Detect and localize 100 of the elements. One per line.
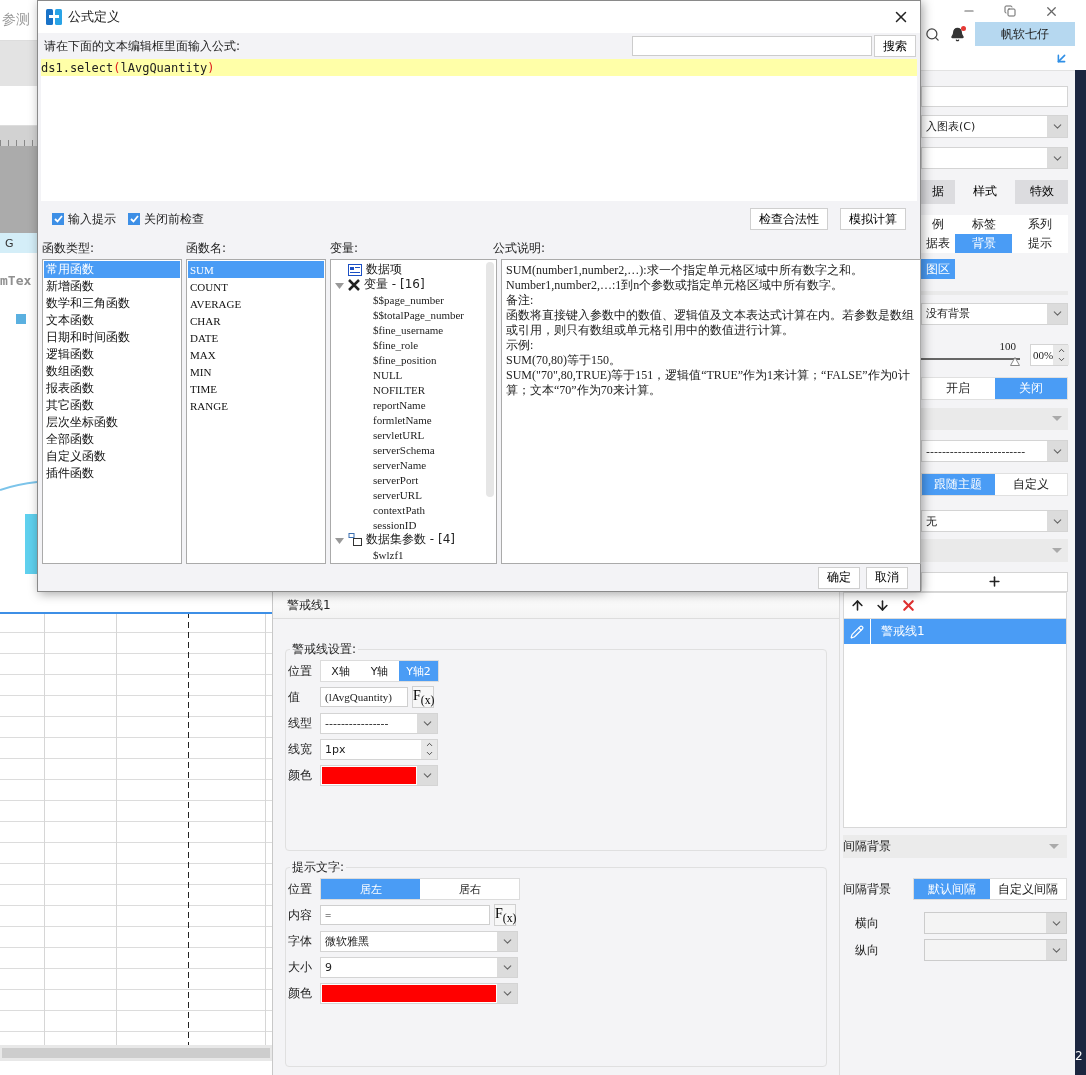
tree-item[interactable]: NULL: [373, 368, 403, 381]
list-item[interactable]: CHAR: [188, 312, 324, 329]
dropdown[interactable]: ----------------: [320, 712, 438, 734]
chart-title: mTex: [0, 273, 32, 288]
list-item[interactable]: 插件函数: [44, 465, 180, 482]
tab[interactable]: 据: [921, 180, 955, 204]
tab[interactable]: 系列: [1012, 214, 1068, 234]
list-item[interactable]: 数组函数: [44, 363, 180, 380]
list-item[interactable]: COUNT: [188, 278, 324, 295]
tree-item[interactable]: servletURL: [373, 428, 425, 441]
search-field[interactable]: [632, 36, 872, 56]
search-button[interactable]: 搜索: [874, 35, 916, 57]
tree-item[interactable]: NOFILTER: [373, 383, 426, 396]
tree-item[interactable]: serverSchema: [373, 443, 435, 456]
delete-icon[interactable]: [900, 597, 917, 614]
panel-title: 警戒线1: [287, 596, 331, 614]
field-label: 值: [288, 688, 301, 706]
list-item[interactable]: 层次坐标函数: [44, 414, 180, 431]
legend-marker: [16, 314, 26, 324]
move-down-icon[interactable]: [875, 598, 890, 613]
formula-button[interactable]: F$_{(x)}$: [412, 686, 434, 708]
group-title: 提示文字:: [291, 859, 346, 876]
tab[interactable]: 例: [921, 214, 955, 234]
sheet-tab[interactable]: G: [5, 236, 14, 250]
user-button[interactable]: 帆软七仔: [975, 22, 1075, 46]
bell-icon[interactable]: [950, 26, 965, 42]
tree-item[interactable]: 数据集参数 - [4]: [366, 531, 455, 548]
dialog-button[interactable]: 取消: [866, 566, 908, 589]
dialog-button[interactable]: 确定: [818, 566, 860, 589]
list-item[interactable]: 日期和时间函数: [44, 329, 180, 346]
tree-item[interactable]: contextPath: [373, 503, 425, 516]
dropdown[interactable]: 没有背景: [921, 302, 1068, 326]
list-item[interactable]: MIN: [188, 363, 324, 380]
color-picker[interactable]: [320, 982, 518, 1004]
action-button[interactable]: 模拟计算: [840, 208, 906, 230]
tree-item[interactable]: serverURL: [373, 488, 422, 501]
collapse-caret-icon[interactable]: [335, 282, 344, 289]
list-item[interactable]: RANGE: [188, 397, 324, 414]
list-item[interactable]: 新增函数: [44, 278, 180, 295]
taskbar-text: 2: [1075, 1049, 1083, 1063]
dropdown[interactable]: 9: [320, 956, 518, 978]
list-item[interactable]: 数学和三角函数: [44, 295, 180, 312]
list-item[interactable]: MAX: [188, 346, 324, 363]
tab[interactable]: 据表: [921, 233, 955, 254]
spinner-field[interactable]: 00%: [1030, 344, 1068, 367]
tree-item[interactable]: serverPort: [373, 473, 419, 486]
tree-item[interactable]: $$page_number: [373, 293, 444, 306]
tree-item[interactable]: formletName: [373, 413, 432, 426]
formula-field[interactable]: (lAvgQuantity): [320, 687, 408, 707]
tree-item[interactable]: reportName: [373, 398, 426, 411]
dropdown[interactable]: 微软雅黑: [320, 930, 518, 952]
list-item[interactable]: 其它函数: [44, 397, 180, 414]
tab[interactable]: 标签: [955, 214, 1012, 234]
action-button[interactable]: 检查合法性: [750, 208, 828, 230]
pencil-icon[interactable]: [850, 624, 864, 639]
caret-icon: [1052, 416, 1062, 422]
tree-item[interactable]: $$totalPage_number: [373, 308, 465, 321]
list-item[interactable]: 报表函数: [44, 380, 180, 397]
checkbox[interactable]: 关闭前检查: [128, 210, 204, 228]
formula-button[interactable]: F$_{(x)}$: [494, 904, 516, 926]
tree-item[interactable]: $wlzf1: [373, 548, 404, 561]
collapse-caret-icon[interactable]: [335, 537, 344, 544]
checkbox[interactable]: 输入提示: [52, 210, 116, 228]
list-item[interactable]: TIME: [188, 380, 324, 397]
search-icon[interactable]: [925, 26, 940, 42]
tree-item[interactable]: $fine_position: [373, 353, 437, 366]
field-label: 间隔背景: [843, 880, 891, 898]
field-label: 纵向: [855, 941, 879, 959]
spinner-field[interactable]: 1px: [320, 738, 438, 760]
tree-item[interactable]: $fine_username: [373, 323, 444, 336]
field-label: 位置: [288, 880, 313, 898]
move-up-icon[interactable]: [850, 598, 865, 613]
input-field[interactable]: [921, 86, 1068, 108]
list-item[interactable]: 自定义函数: [44, 448, 180, 465]
tree-item[interactable]: serverName: [373, 458, 427, 471]
field-label: 大小: [288, 958, 313, 976]
dropdown[interactable]: 入图表(C): [921, 115, 1068, 138]
list-item[interactable]: 文本函数: [44, 312, 180, 329]
tree-item[interactable]: $fine_role: [373, 338, 419, 351]
tree-item[interactable]: 变量 - [16]: [364, 276, 425, 293]
tree-item[interactable]: sessionID: [373, 518, 417, 531]
dropdown[interactable]: -------------------------: [921, 440, 1068, 463]
description-text: Number1,number2,…:1到n个参数或指定单元格区域中所有数字。: [506, 278, 845, 293]
tab[interactable]: 提示: [1012, 233, 1068, 254]
description-text: 函数将直接键入参数中的数值、逻辑值及文本表达式计算在内。若参数是数组或引用，则只有数组或单元格引用中的数值进行计算。: [506, 308, 915, 338]
tree-item[interactable]: 数据项: [366, 261, 402, 278]
boxes-icon: [348, 533, 362, 546]
section-header[interactable]: 间隔背景: [843, 835, 1067, 858]
slider-thumb-icon[interactable]: [1010, 357, 1020, 367]
restore-icon[interactable]: [1004, 5, 1016, 17]
field-label: 位置: [288, 662, 313, 680]
color-picker[interactable]: [320, 764, 438, 786]
list-item[interactable]: DATE: [188, 329, 324, 346]
formula-editor[interactable]: ds1.select(lAvgQuantity): [41, 59, 917, 201]
tab[interactable]: 特效: [1015, 180, 1068, 204]
list-item[interactable]: 全部函数: [44, 431, 180, 448]
dropdown[interactable]: 无: [921, 509, 1068, 533]
list-item[interactable]: AVERAGE: [188, 295, 324, 312]
list-item[interactable]: 逻辑函数: [44, 346, 180, 363]
formula-field[interactable]: =: [320, 905, 490, 925]
